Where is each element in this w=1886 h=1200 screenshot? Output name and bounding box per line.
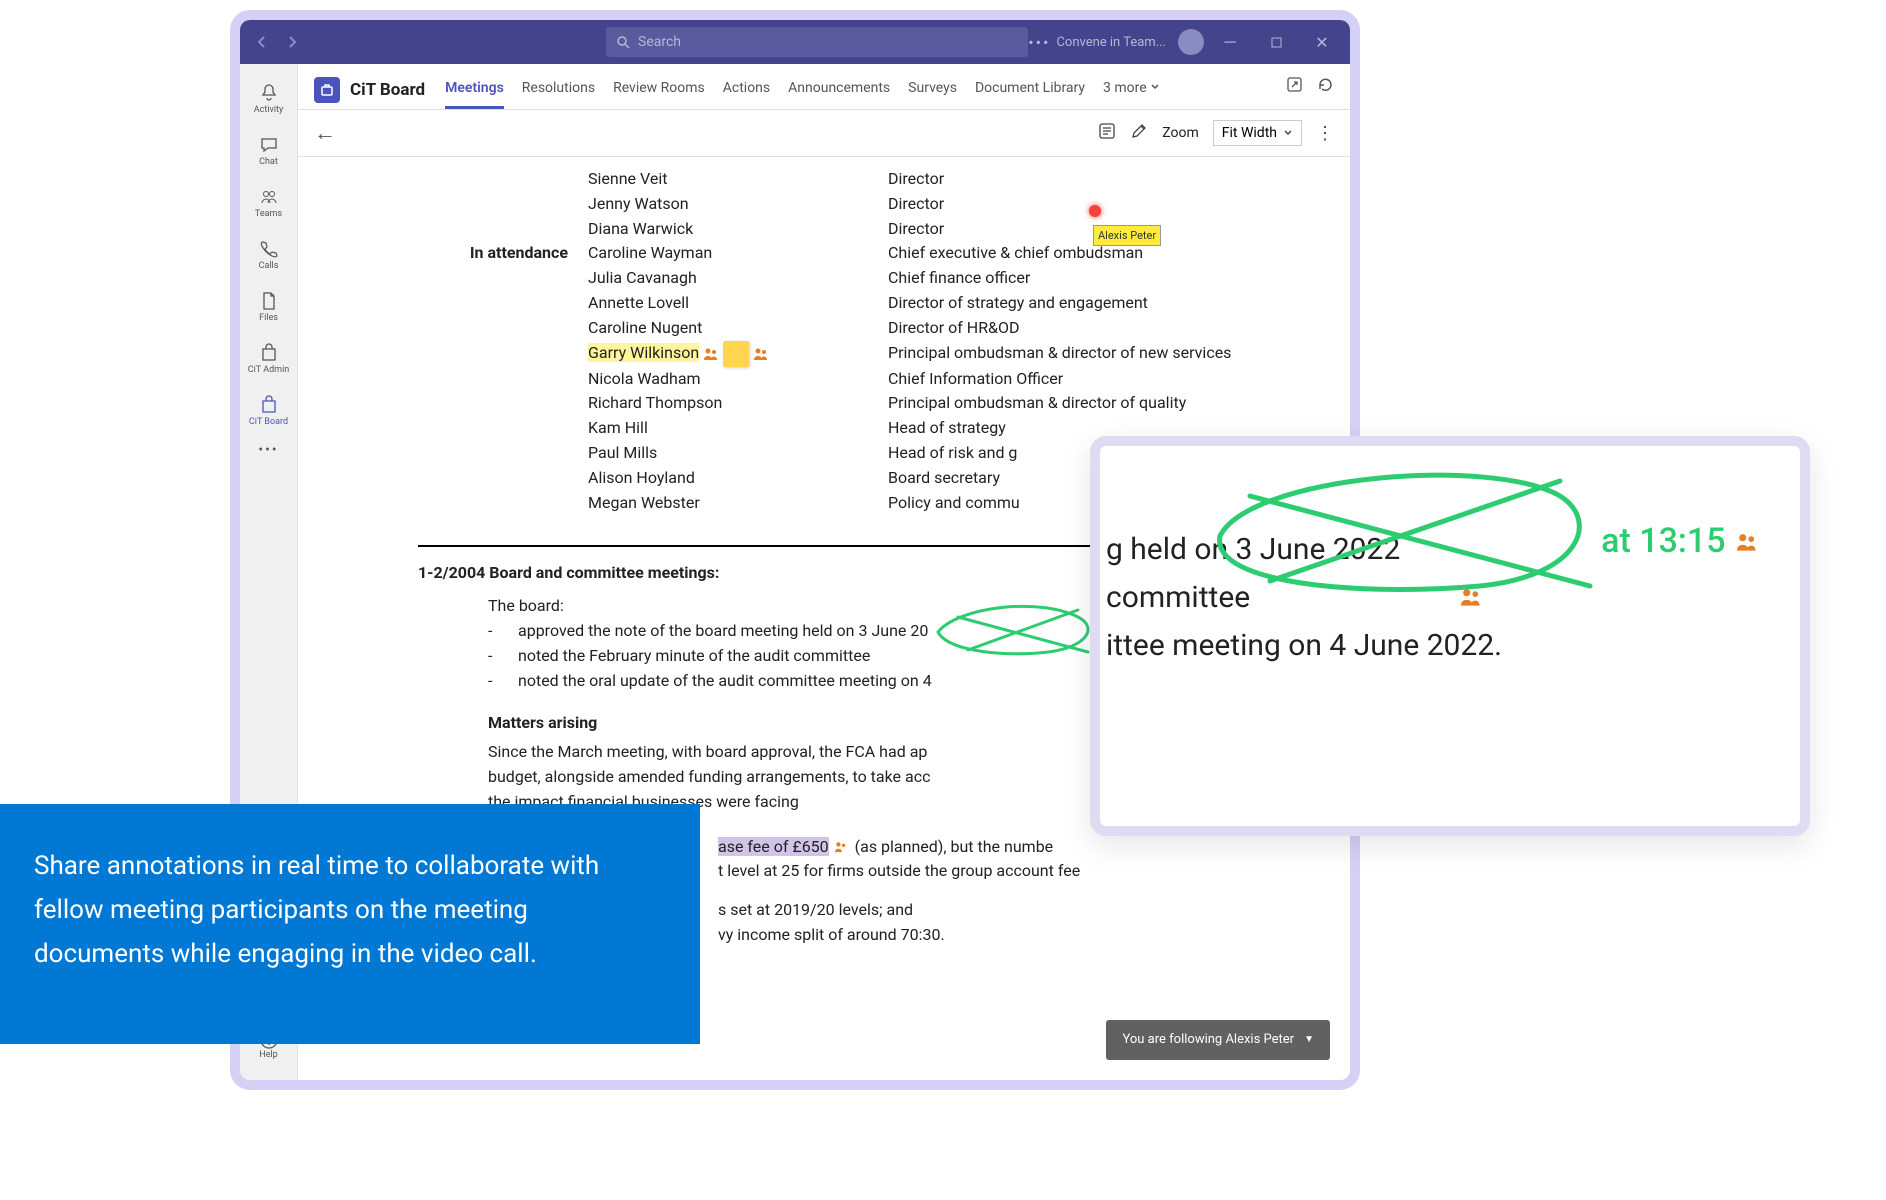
phone-icon <box>259 239 279 259</box>
rail-calls[interactable]: Calls <box>244 230 294 280</box>
app-context-label: Convene in Team... <box>1056 35 1166 50</box>
chevron-down-icon <box>1150 82 1160 92</box>
pencil-icon[interactable] <box>1130 122 1148 144</box>
zoom-select[interactable]: Fit Width <box>1213 120 1302 146</box>
nav-arrows <box>248 28 306 56</box>
more-icon[interactable]: ••• <box>1028 33 1050 52</box>
remote-cursor <box>1089 205 1101 217</box>
fee-line-2: t level at 25 for firms outside the grou… <box>718 859 1310 884</box>
rail-teams[interactable]: Teams <box>244 178 294 228</box>
follow-pill[interactable]: You are following Alexis Peter ▼ <box>1106 1020 1330 1060</box>
rail-more[interactable]: ••• <box>258 442 278 458</box>
tab-surveys[interactable]: Surveys <box>908 70 957 109</box>
toolbar-right: Zoom Fit Width ⋮ <box>1098 120 1334 146</box>
tab-review-rooms[interactable]: Review Rooms <box>613 70 705 109</box>
marketing-callout: Share annotations in real time to collab… <box>0 804 700 1044</box>
minimize-button[interactable]: ─ <box>1210 27 1250 57</box>
nav-forward[interactable] <box>278 28 306 56</box>
people-icon <box>1734 521 1760 561</box>
chevron-down-icon <box>1283 128 1293 138</box>
levels-line: s set at 2019/20 levels; and <box>718 898 1310 923</box>
people-icon <box>831 840 851 854</box>
popout-icon[interactable] <box>1286 76 1303 97</box>
rail-chat[interactable]: Chat <box>244 126 294 176</box>
chat-icon <box>259 135 279 155</box>
attendee-row: Richard ThompsonPrincipal ombudsman & di… <box>418 391 1310 416</box>
zoom-label: Zoom <box>1162 125 1199 141</box>
tab-meetings[interactable]: Meetings <box>445 70 504 109</box>
refresh-icon[interactable] <box>1317 76 1334 97</box>
file-icon <box>259 291 279 311</box>
fee-line: ase fee of £650 (as planned), but the nu… <box>718 835 1310 860</box>
people-icon <box>701 347 721 361</box>
attendee-row: Jenny WatsonDirector <box>418 192 1310 217</box>
search-icon <box>616 35 630 49</box>
outline-icon[interactable] <box>1098 122 1116 144</box>
split-line: vy income split of around 70:30. <box>718 923 1310 948</box>
highlighted-name: Garry Wilkinson <box>588 343 699 362</box>
attendee-row: In attendanceCaroline WaymanChief execut… <box>418 241 1310 266</box>
rail-activity[interactable]: Activity <box>244 74 294 124</box>
tab-actions[interactable]: Actions <box>723 70 770 109</box>
attendee-row: Caroline NugentDirector of HR&OD <box>418 316 1310 341</box>
nav-back[interactable] <box>248 28 276 56</box>
attendee-row: Julia CavanaghChief finance officer <box>418 266 1310 291</box>
bell-icon <box>259 83 279 103</box>
annotation-time: at 13:15 <box>1601 514 1760 568</box>
titlebar-right: ••• Convene in Team... ─ ✕ <box>1028 27 1342 57</box>
maximize-button[interactable] <box>1256 27 1296 57</box>
close-button[interactable]: ✕ <box>1302 27 1342 57</box>
callout-text: Share annotations in real time to collab… <box>34 844 660 977</box>
attendee-row: Sienne VeitDirector <box>418 167 1310 192</box>
search-input[interactable]: Search <box>606 27 1028 57</box>
tab-announcements[interactable]: Announcements <box>788 70 890 109</box>
app-header: CiT Board Meetings Resolutions Review Ro… <box>298 64 1350 110</box>
rail-cit-board[interactable]: CiT Board <box>244 386 294 436</box>
titlebar: Search ••• Convene in Team... ─ ✕ <box>240 20 1350 64</box>
bag-icon <box>259 343 279 363</box>
back-button[interactable]: ← <box>314 120 336 146</box>
attendee-row: Annette LovellDirector of strategy and e… <box>418 291 1310 316</box>
header-right <box>1286 76 1334 103</box>
zoom-line-2: committee <box>1106 574 1780 622</box>
people-icon <box>751 347 771 361</box>
rail-cit-admin[interactable]: CiT Admin <box>244 334 294 384</box>
bag-icon <box>259 395 279 415</box>
attendee-row: Nicola WadhamChief Information Officer <box>418 367 1310 392</box>
rail-files[interactable]: Files <box>244 282 294 332</box>
tabs: Meetings Resolutions Review Rooms Action… <box>445 70 1286 109</box>
tab-more[interactable]: 3 more <box>1103 70 1160 109</box>
attendee-row: Diana WarwickDirector <box>418 217 1310 242</box>
tab-resolutions[interactable]: Resolutions <box>522 70 595 109</box>
zoom-line-3: ittee meeting on 4 June 2022. <box>1106 622 1780 670</box>
kebab-menu[interactable]: ⋮ <box>1316 123 1334 144</box>
cursor-tooltip: Alexis Peter <box>1093 225 1161 246</box>
people-icon <box>1458 580 1484 615</box>
tab-doc-library[interactable]: Document Library <box>975 70 1085 109</box>
user-avatar[interactable] <box>1178 29 1204 55</box>
zoom-inset: at 13:15 g held on 3 June 2022 committee… <box>1090 436 1810 836</box>
toolbar: ← Zoom Fit Width ⋮ <box>298 110 1350 157</box>
chevron-down-icon: ▼ <box>1304 1032 1314 1048</box>
app-icon <box>314 77 340 103</box>
sticky-note-icon[interactable] <box>723 341 749 367</box>
search-placeholder: Search <box>638 34 681 50</box>
attendee-row: Garry WilkinsonPrincipal ombudsman & dir… <box>418 341 1310 367</box>
teams-icon <box>259 187 279 207</box>
highlighted-fee: ase fee of £650 <box>718 837 829 856</box>
app-title: CiT Board <box>350 80 425 100</box>
